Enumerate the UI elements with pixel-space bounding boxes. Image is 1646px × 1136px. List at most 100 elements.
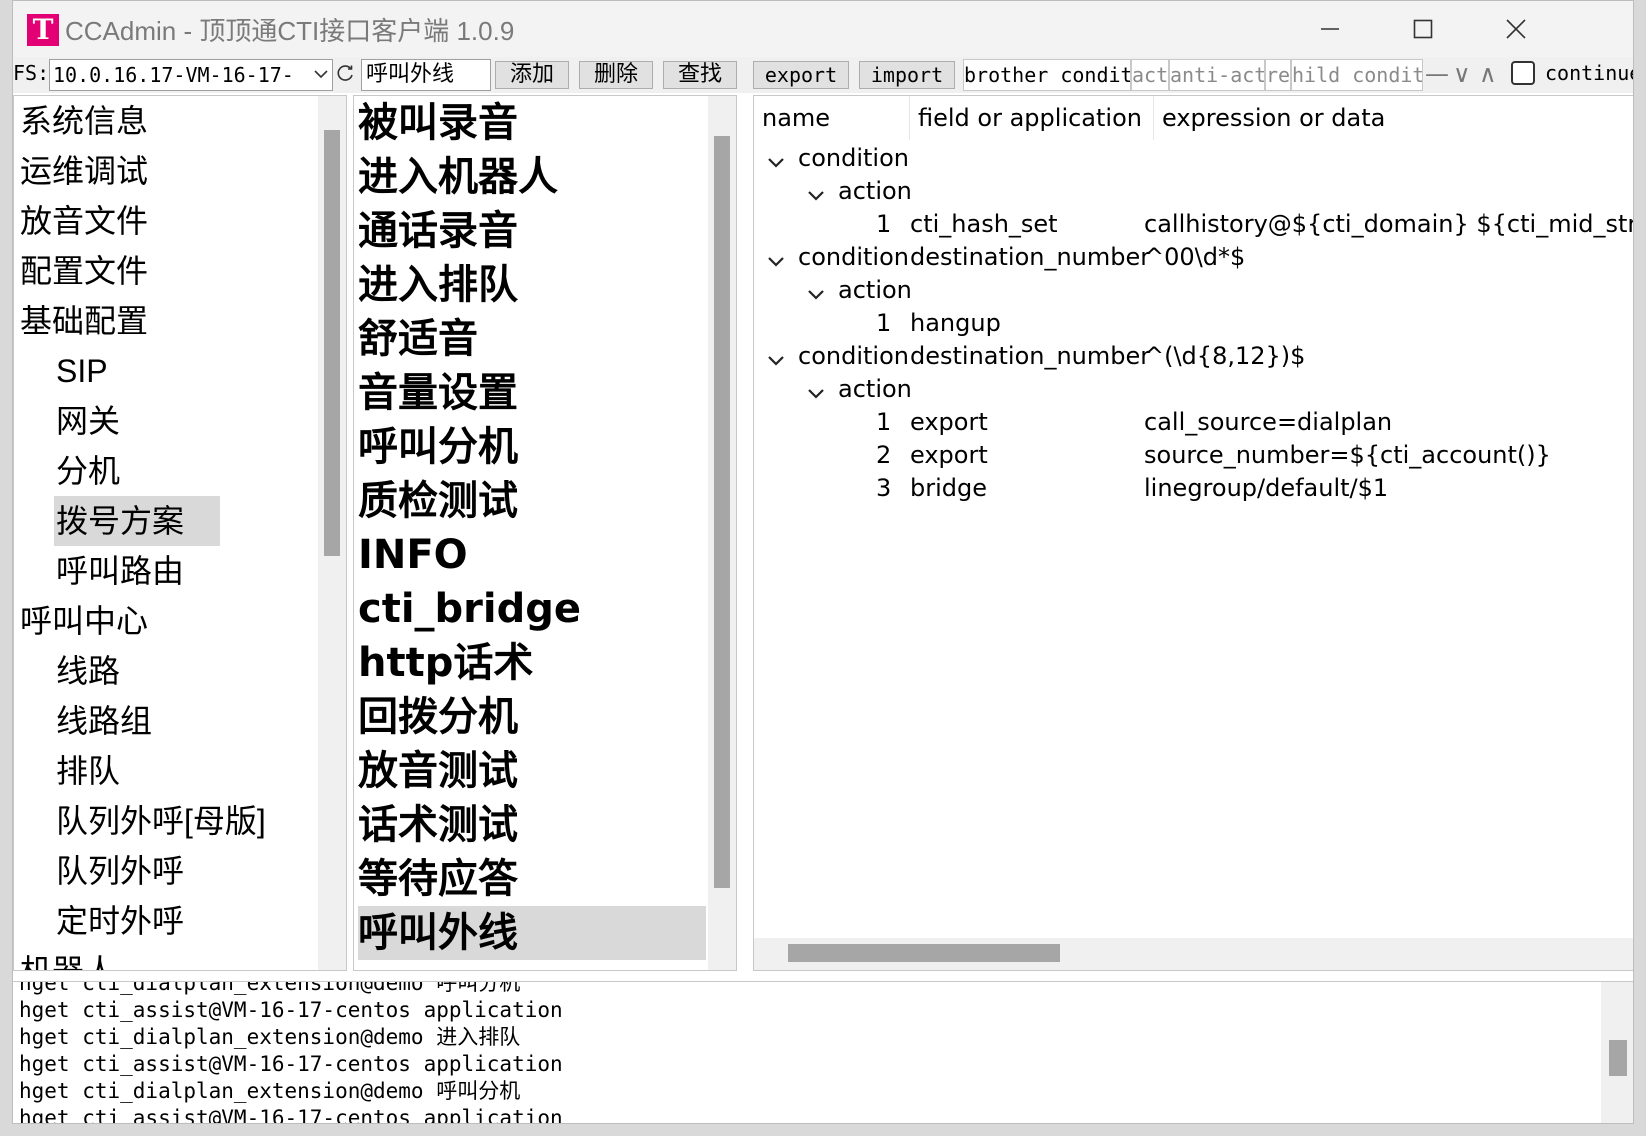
nav-scrollbar[interactable]	[318, 96, 346, 970]
dialplan-list-item[interactable]: 等待应答	[358, 852, 706, 906]
window-title: CCAdmin - 顶顶通CTI接口客户端 1.0.9	[65, 16, 515, 46]
add-button[interactable]: 添加	[495, 61, 569, 89]
tree-node-data: source_number=${cti_account()}	[1144, 441, 1551, 469]
action-button[interactable]: act	[1131, 59, 1169, 91]
nav-item[interactable]: 配置文件	[18, 246, 152, 296]
dialplan-name-input[interactable]: 呼叫外线	[361, 59, 491, 91]
tree-row[interactable]: action	[754, 373, 1633, 406]
column-header-data[interactable]: expression or data	[1154, 96, 1633, 140]
tree-node-name: action	[838, 177, 912, 205]
fs-server-select[interactable]: 10.0.16.17-VM-16-17-	[49, 59, 333, 91]
continue-label: continue	[1545, 61, 1634, 85]
tree-node-field: destination_number	[910, 342, 1151, 370]
nav-panel: 系统信息 运维调试 放音文件 配置文件 基础配置 SIP 网关 分机 拨号方案 呼叫路由 呼叫中心线…	[13, 95, 347, 971]
nav-scrollbar-thumb[interactable]	[324, 130, 340, 556]
toolbar: FS: 10.0.16.17-VM-16-17- 呼叫外线 添加 删除 查找 e…	[13, 57, 1633, 93]
tree-row[interactable]: action	[754, 274, 1633, 307]
app-window: T CCAdmin - 顶顶通CTI接口客户端 1.0.9 FS: 10.0.1…	[12, 0, 1634, 1124]
dialplan-list-item[interactable]: http话术	[358, 636, 706, 690]
tree-row[interactable]: condition	[754, 142, 1633, 175]
tree-node-field: hangup	[910, 309, 1001, 337]
tree-horizontal-scrollbar-thumb[interactable]	[788, 944, 1060, 962]
nav-item[interactable]: 拨号方案	[54, 496, 221, 546]
minimize-button[interactable]	[1301, 9, 1359, 49]
export-button[interactable]: export	[753, 61, 849, 89]
nav-item[interactable]: 机器人	[18, 946, 120, 970]
log-panel: hget cti_dialplan_extension@demo 呼叫分机 hge…	[13, 981, 1633, 1124]
continue-checkbox[interactable]	[1511, 61, 1535, 85]
nav-item[interactable]: 基础配置	[18, 296, 152, 346]
nav-item[interactable]: 线路	[54, 646, 124, 696]
dialplan-list-item[interactable]: 通话录音	[358, 204, 706, 258]
nav-item[interactable]: 运维调试	[18, 146, 152, 196]
list-scrollbar[interactable]	[708, 96, 736, 970]
nav-item[interactable]: 呼叫路由	[54, 546, 188, 596]
maximize-button[interactable]	[1394, 9, 1452, 49]
remove-button[interactable]: re	[1265, 59, 1291, 91]
maximize-icon	[1413, 19, 1433, 39]
nav-item[interactable]: 网关	[54, 396, 124, 446]
find-button[interactable]: 查找	[663, 61, 737, 89]
nav-item[interactable]: 线路组	[54, 696, 156, 746]
dialplan-list-item[interactable]: 音量设置	[358, 366, 706, 420]
nav-item[interactable]: 放音文件	[18, 196, 152, 246]
tree-row[interactable]: condition destination_number ^(\d{8,12})$	[754, 340, 1633, 373]
log-scrollbar-thumb[interactable]	[1609, 1040, 1627, 1076]
close-button[interactable]	[1487, 9, 1545, 49]
dialplan-list-item[interactable]: 呼叫外线	[358, 906, 706, 960]
tree-node-data: ^(\d{8,12})$	[1144, 342, 1306, 370]
brother-condition-button[interactable]: brother condit	[963, 59, 1131, 91]
delete-button[interactable]: 删除	[579, 61, 653, 89]
dialplan-list-item[interactable]: 进入机器人	[358, 150, 706, 204]
nav-item[interactable]: 排队	[54, 746, 124, 796]
dialplan-list-item[interactable]: 被叫录音	[358, 96, 706, 150]
tree-node-name: 3	[876, 474, 892, 502]
dialplan-list-item[interactable]: INFO	[358, 528, 706, 582]
tree-node-data: ^00\d*$	[1144, 243, 1246, 271]
nav-item[interactable]: 分机	[54, 446, 124, 496]
child-condition-button[interactable]: hild condit	[1291, 59, 1423, 91]
nav-item[interactable]: 呼叫中心	[18, 596, 152, 646]
column-header-field[interactable]: field or application	[910, 96, 1154, 140]
import-button[interactable]: import	[859, 61, 955, 89]
nav-item[interactable]: 定时外呼	[54, 896, 188, 946]
move-up-button[interactable]: ∧	[1479, 59, 1497, 91]
tree-node-name: condition	[798, 144, 909, 172]
column-header-name[interactable]: name	[754, 96, 910, 140]
tree-horizontal-scrollbar[interactable]	[754, 938, 1633, 970]
tree-node-data: call_source=dialplan	[1144, 408, 1393, 436]
dialplan-tree-panel: name field or application expression or …	[753, 95, 1634, 971]
dialplan-list-item[interactable]: 话术测试	[358, 798, 706, 852]
tree-row[interactable]: 1 export call_source=dialplan	[754, 406, 1633, 439]
tree-row[interactable]: 2 export source_number=${cti_account()}	[754, 439, 1633, 472]
dialplan-list-item[interactable]: 放音测试	[358, 744, 706, 798]
list-scrollbar-thumb[interactable]	[714, 136, 730, 888]
dialplan-list-item[interactable]: 舒适音	[358, 312, 706, 366]
tree-row[interactable]: condition destination_number ^00\d*$	[754, 241, 1633, 274]
tree-row[interactable]: 1 cti_hash_set callhistory@${cti_domain} $…	[754, 208, 1634, 241]
dialplan-list-item[interactable]: 回拨分机	[358, 690, 706, 744]
dialplan-list-item[interactable]: 呼叫分机	[358, 420, 706, 474]
log-scrollbar[interactable]	[1601, 982, 1633, 1123]
nav-item[interactable]: 系统信息	[18, 96, 152, 146]
tree-node-data: callhistory@${cti_domain} ${cti_mid_stri…	[1144, 210, 1634, 238]
tree-row[interactable]: 1 hangup	[754, 307, 1633, 340]
dialplan-list-item[interactable]: cti_bridge	[358, 582, 706, 636]
anti-action-button[interactable]: anti-act	[1169, 59, 1265, 91]
move-down-button[interactable]: ∨	[1453, 59, 1471, 91]
tree-node-name: condition	[798, 342, 909, 370]
log-line: hget cti_assist@VM-16-17-centos applicat…	[19, 1106, 563, 1124]
nav-item[interactable]: SIP	[54, 346, 112, 396]
minus-button[interactable]: —	[1425, 59, 1449, 91]
app-logo-icon: T	[27, 14, 59, 46]
tree-row[interactable]: 3 bridge linegroup/default/$1	[754, 472, 1633, 505]
chevron-down-icon	[314, 60, 328, 90]
dialplan-list-item[interactable]: 质检测试	[358, 474, 706, 528]
nav-item[interactable]: 队列外呼	[54, 846, 188, 896]
tree-node-name: action	[838, 375, 912, 403]
dialplan-list-panel: 被叫录音 进入机器人 通话录音 进入排队 舒适音 音量设置 呼叫分机 质检测试 INFO cti_…	[353, 95, 737, 971]
refresh-button[interactable]	[335, 61, 357, 89]
dialplan-list-item[interactable]: 进入排队	[358, 258, 706, 312]
nav-item[interactable]: 队列外呼[母版]	[54, 796, 270, 846]
tree-row[interactable]: action	[754, 175, 1633, 208]
